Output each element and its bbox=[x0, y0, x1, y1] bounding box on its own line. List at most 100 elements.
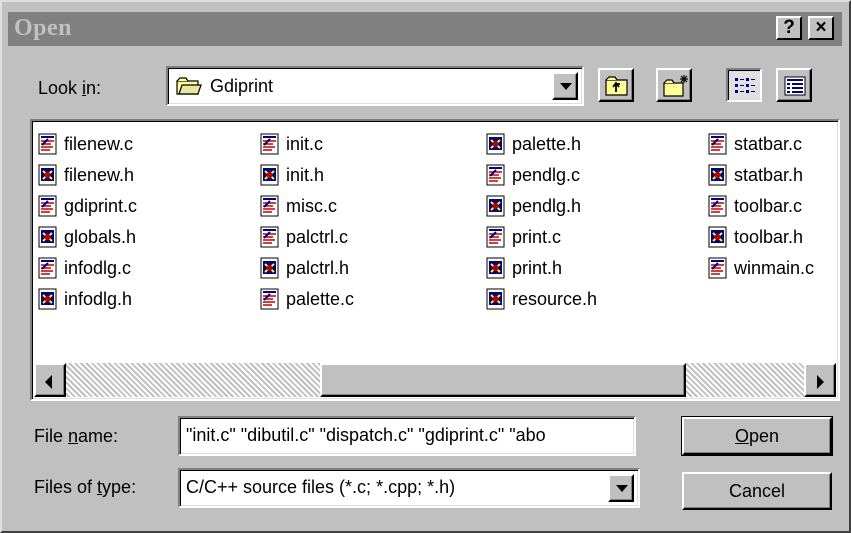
header-file-icon bbox=[38, 226, 58, 248]
list-view-icon bbox=[734, 76, 756, 101]
file-item[interactable]: print.c bbox=[486, 222, 561, 252]
file-name: pendlg.c bbox=[512, 164, 581, 185]
file-name: print.h bbox=[512, 257, 563, 278]
scroll-right-button[interactable] bbox=[804, 363, 836, 397]
look-in-combo[interactable]: Gdiprint bbox=[166, 66, 584, 106]
file-name-input[interactable]: "init.c" "dibutil.c" "dispatch.c" "gdipr… bbox=[178, 416, 636, 456]
file-name: statbar.c bbox=[734, 133, 803, 154]
source-file-icon bbox=[260, 195, 280, 217]
file-name: infodlg.c bbox=[64, 257, 132, 278]
source-file-icon bbox=[486, 164, 506, 186]
source-file-icon bbox=[38, 133, 58, 155]
dialog-title: Open bbox=[14, 15, 73, 41]
details-view-button[interactable] bbox=[776, 68, 812, 102]
file-name: pendlg.h bbox=[512, 195, 582, 216]
file-name: palctrl.h bbox=[286, 257, 350, 278]
header-file-icon bbox=[260, 257, 280, 279]
file-item[interactable]: gdiprint.c bbox=[38, 191, 137, 221]
header-file-icon bbox=[260, 164, 280, 186]
file-item[interactable]: filenew.c bbox=[38, 129, 133, 159]
close-icon: × bbox=[815, 17, 827, 38]
title-bar[interactable]: Open ? × bbox=[8, 12, 842, 46]
file-name: filenew.h bbox=[64, 164, 135, 185]
file-type-label: Files of type: bbox=[34, 477, 137, 497]
source-file-icon bbox=[260, 133, 280, 155]
file-name: statbar.h bbox=[734, 164, 804, 185]
file-item[interactable]: toolbar.h bbox=[708, 222, 803, 252]
file-list[interactable]: filenew.c filenew.h gdiprint.c globals.h inf… bbox=[30, 119, 840, 401]
details-view-icon bbox=[784, 76, 806, 101]
help-button[interactable]: ? bbox=[776, 16, 802, 40]
file-item[interactable]: palette.c bbox=[260, 284, 354, 314]
file-name: filenew.c bbox=[64, 133, 134, 154]
file-item[interactable]: statbar.h bbox=[708, 160, 803, 190]
source-file-icon bbox=[486, 226, 506, 248]
file-type-dropdown-button[interactable] bbox=[608, 474, 634, 502]
open-button[interactable]: Open bbox=[682, 417, 832, 455]
file-item[interactable]: pendlg.h bbox=[486, 191, 581, 221]
open-dialog: Open ? × Look in: Gdiprint filenew.c fil… bbox=[0, 0, 851, 533]
list-view-button[interactable] bbox=[726, 68, 762, 102]
file-item[interactable]: init.c bbox=[260, 129, 323, 159]
header-file-icon bbox=[486, 288, 506, 310]
file-name-value: "init.c" "dibutil.c" "dispatch.c" "gdipr… bbox=[186, 425, 546, 445]
file-name: toolbar.c bbox=[734, 195, 803, 216]
new-folder-button[interactable] bbox=[656, 68, 692, 102]
scroll-left-button[interactable] bbox=[34, 363, 66, 397]
source-file-icon bbox=[260, 288, 280, 310]
file-item[interactable]: palette.h bbox=[486, 129, 581, 159]
file-name-label: File name: bbox=[34, 426, 119, 446]
cancel-button[interactable]: Cancel bbox=[682, 472, 832, 510]
file-name: misc.c bbox=[286, 195, 337, 216]
file-name: print.c bbox=[512, 226, 562, 247]
file-item[interactable]: statbar.c bbox=[708, 129, 802, 159]
new-folder-icon bbox=[663, 74, 689, 103]
header-file-icon bbox=[38, 164, 58, 186]
chevron-down-icon bbox=[616, 485, 628, 492]
file-item[interactable]: init.h bbox=[260, 160, 324, 190]
arrow-right-icon bbox=[817, 375, 824, 389]
file-name: palette.h bbox=[512, 133, 582, 154]
file-item[interactable]: resource.h bbox=[486, 284, 597, 314]
file-item[interactable]: print.h bbox=[486, 253, 562, 283]
look-in-dropdown-button[interactable] bbox=[552, 72, 578, 100]
file-item[interactable]: infodlg.h bbox=[38, 284, 132, 314]
file-name: toolbar.h bbox=[734, 226, 804, 247]
file-name: infodlg.h bbox=[64, 288, 133, 309]
file-item[interactable]: misc.c bbox=[260, 191, 337, 221]
source-file-icon bbox=[38, 257, 58, 279]
arrow-left-icon bbox=[45, 375, 52, 389]
folder-icon bbox=[176, 76, 202, 101]
up-folder-button[interactable] bbox=[598, 68, 634, 102]
scroll-thumb[interactable] bbox=[320, 363, 686, 397]
file-name: winmain.c bbox=[734, 257, 815, 278]
file-item[interactable]: winmain.c bbox=[708, 253, 814, 283]
file-item[interactable]: palctrl.c bbox=[260, 222, 348, 252]
source-file-icon bbox=[708, 195, 728, 217]
file-item[interactable]: palctrl.h bbox=[260, 253, 349, 283]
file-type-combo[interactable]: C/C++ source files (*.c; *.cpp; *.h) bbox=[178, 468, 640, 508]
chevron-down-icon bbox=[560, 83, 572, 90]
source-file-icon bbox=[708, 257, 728, 279]
source-file-icon bbox=[708, 133, 728, 155]
horizontal-scrollbar[interactable] bbox=[34, 363, 836, 397]
header-file-icon bbox=[486, 133, 506, 155]
file-name: palctrl.c bbox=[286, 226, 349, 247]
file-item[interactable]: globals.h bbox=[38, 222, 136, 252]
file-name: resource.h bbox=[512, 288, 598, 309]
source-file-icon bbox=[38, 195, 58, 217]
file-item[interactable]: pendlg.c bbox=[486, 160, 580, 190]
file-name: gdiprint.c bbox=[64, 195, 138, 216]
header-file-icon bbox=[38, 288, 58, 310]
header-file-icon bbox=[708, 164, 728, 186]
file-item[interactable]: infodlg.c bbox=[38, 253, 131, 283]
file-item[interactable]: filenew.h bbox=[38, 160, 134, 190]
header-file-icon bbox=[708, 226, 728, 248]
source-file-icon bbox=[260, 226, 280, 248]
look-in-value: Gdiprint bbox=[210, 76, 274, 96]
file-item[interactable]: toolbar.c bbox=[708, 191, 802, 221]
help-icon: ? bbox=[783, 17, 795, 38]
close-button[interactable]: × bbox=[808, 16, 834, 40]
file-name: init.h bbox=[286, 164, 325, 185]
up-folder-icon bbox=[605, 75, 629, 102]
